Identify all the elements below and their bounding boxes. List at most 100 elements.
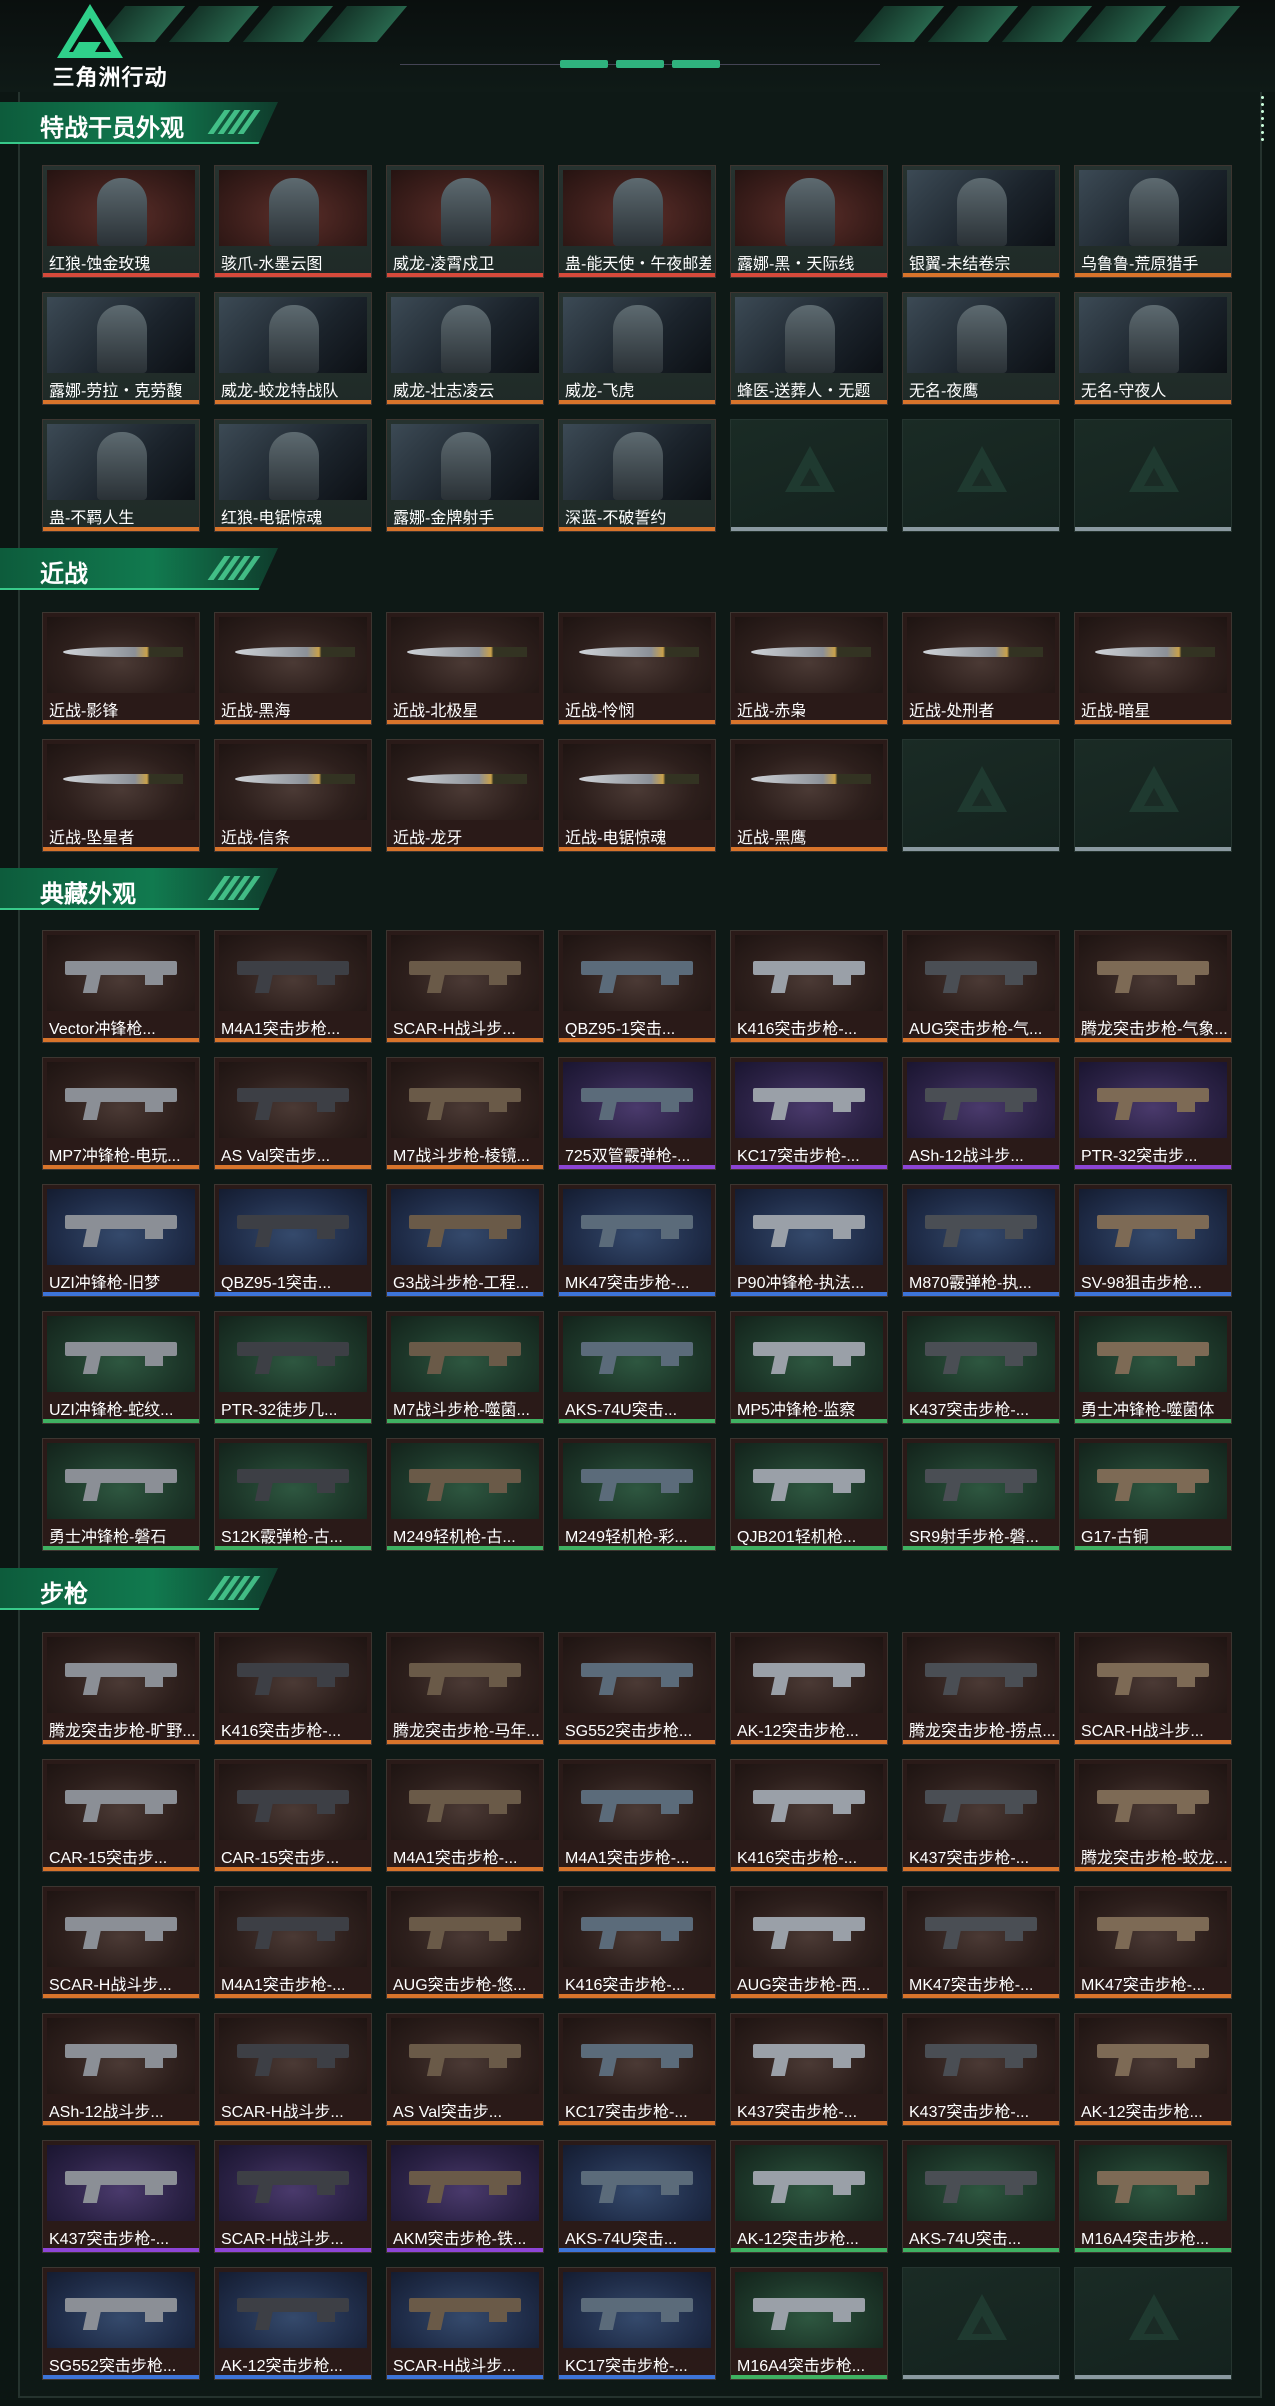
weapon-skin-card[interactable]: SV-98狙击步枪...	[1074, 1184, 1232, 1297]
weapon-skin-card[interactable]: PTR-32徒步几...	[214, 1311, 372, 1424]
weapon-skin-card[interactable]: UZI冲锋枪-旧梦	[42, 1184, 200, 1297]
weapon-skin-card[interactable]: SR9射手步枪-磐...	[902, 1438, 1060, 1551]
operator-skin-card[interactable]: 蛊-不羁人生	[42, 419, 200, 532]
weapon-skin-card[interactable]: Vector冲锋枪...	[42, 930, 200, 1043]
weapon-skin-card[interactable]: MK47突击步枪-...	[558, 1184, 716, 1297]
weapon-skin-card[interactable]: 腾龙突击步枪-捞点...	[902, 1632, 1060, 1745]
weapon-skin-card[interactable]: SCAR-H战斗步...	[42, 1886, 200, 1999]
operator-skin-card[interactable]: 无名-夜鹰	[902, 292, 1060, 405]
weapon-skin-card[interactable]: AUG突击步枪-西...	[730, 1886, 888, 1999]
melee-skin-card[interactable]: 近战-处刑者	[902, 612, 1060, 725]
weapon-skin-card[interactable]: SG552突击步枪...	[42, 2267, 200, 2380]
weapon-skin-card[interactable]: M4A1突击步枪-...	[558, 1759, 716, 1872]
weapon-skin-card[interactable]: PTR-32突击步...	[1074, 1057, 1232, 1170]
weapon-skin-card[interactable]: AUG突击步枪-气...	[902, 930, 1060, 1043]
weapon-skin-card[interactable]: QBZ95-1突击...	[214, 1184, 372, 1297]
weapon-skin-card[interactable]: K437突击步枪-...	[730, 2013, 888, 2126]
weapon-skin-card[interactable]: KC17突击步枪-...	[558, 2013, 716, 2126]
operator-skin-card[interactable]: 蛊-能天使・午夜邮差	[558, 165, 716, 278]
melee-skin-card[interactable]: 近战-黑海	[214, 612, 372, 725]
weapon-skin-card[interactable]: M4A1突击步枪...	[214, 930, 372, 1043]
weapon-skin-card[interactable]: MP5冲锋枪-监察	[730, 1311, 888, 1424]
melee-skin-card[interactable]: 近战-龙牙	[386, 739, 544, 852]
operator-skin-card[interactable]: 威龙-凌霄戍卫	[386, 165, 544, 278]
operator-skin-card[interactable]: 蜂医-送葬人・无题	[730, 292, 888, 405]
melee-skin-card[interactable]: 近战-电锯惊魂	[558, 739, 716, 852]
operator-skin-card[interactable]: 红狼-蚀金玫瑰	[42, 165, 200, 278]
weapon-skin-card[interactable]: SCAR-H战斗步...	[386, 930, 544, 1043]
weapon-skin-card[interactable]: M870霰弹枪-执...	[902, 1184, 1060, 1297]
weapon-skin-card[interactable]: AKS-74U突击...	[558, 1311, 716, 1424]
weapon-skin-card[interactable]: KC17突击步枪-...	[558, 2267, 716, 2380]
weapon-skin-card[interactable]: AKM突击步枪-铁...	[386, 2140, 544, 2253]
weapon-skin-card[interactable]: K416突击步枪-...	[730, 930, 888, 1043]
weapon-skin-card[interactable]: AKS-74U突击...	[558, 2140, 716, 2253]
weapon-skin-card[interactable]: SCAR-H战斗步...	[1074, 1632, 1232, 1745]
weapon-skin-card[interactable]: K437突击步枪-...	[42, 2140, 200, 2253]
weapon-skin-card[interactable]: M7战斗步枪-噬菌...	[386, 1311, 544, 1424]
weapon-skin-card[interactable]: AS Val突击步...	[214, 1057, 372, 1170]
weapon-skin-card[interactable]: K437突击步枪-...	[902, 1759, 1060, 1872]
weapon-skin-card[interactable]: M4A1突击步枪-...	[214, 1886, 372, 1999]
operator-skin-card[interactable]: 露娜-劳拉・克劳馥	[42, 292, 200, 405]
weapon-skin-card[interactable]: M16A4突击步枪...	[730, 2267, 888, 2380]
weapon-skin-card[interactable]: AK-12突击步枪...	[214, 2267, 372, 2380]
weapon-skin-card[interactable]: MK47突击步枪-...	[902, 1886, 1060, 1999]
weapon-skin-card[interactable]: MK47突击步枪-...	[1074, 1886, 1232, 1999]
weapon-skin-card[interactable]: AUG突击步枪-悠...	[386, 1886, 544, 1999]
melee-skin-card[interactable]: 近战-信条	[214, 739, 372, 852]
weapon-skin-card[interactable]: SG552突击步枪...	[558, 1632, 716, 1745]
operator-skin-card[interactable]: 威龙-壮志凌云	[386, 292, 544, 405]
melee-skin-card[interactable]: 近战-北极星	[386, 612, 544, 725]
weapon-skin-card[interactable]: M7战斗步枪-棱镜...	[386, 1057, 544, 1170]
weapon-skin-card[interactable]: M16A4突击步枪...	[1074, 2140, 1232, 2253]
melee-skin-card[interactable]: 近战-影锋	[42, 612, 200, 725]
operator-skin-card[interactable]: 骇爪-水墨云图	[214, 165, 372, 278]
weapon-skin-card[interactable]: ASh-12战斗步...	[42, 2013, 200, 2126]
weapon-skin-card[interactable]: AK-12突击步枪...	[730, 1632, 888, 1745]
weapon-skin-card[interactable]: AK-12突击步枪...	[1074, 2013, 1232, 2126]
operator-skin-card[interactable]: 露娜-金牌射手	[386, 419, 544, 532]
weapon-skin-card[interactable]: MP7冲锋枪-电玩...	[42, 1057, 200, 1170]
weapon-skin-card[interactable]: 725双管霰弹枪-...	[558, 1057, 716, 1170]
weapon-skin-card[interactable]: CAR-15突击步...	[42, 1759, 200, 1872]
weapon-skin-card[interactable]: SCAR-H战斗步...	[214, 2140, 372, 2253]
weapon-skin-card[interactable]: K437突击步枪-...	[902, 2013, 1060, 2126]
weapon-skin-card[interactable]: G3战斗步枪-工程...	[386, 1184, 544, 1297]
weapon-skin-card[interactable]: K416突击步枪-...	[214, 1632, 372, 1745]
operator-skin-card[interactable]: 银翼-未结卷宗	[902, 165, 1060, 278]
operator-skin-card[interactable]: 无名-守夜人	[1074, 292, 1232, 405]
weapon-skin-card[interactable]: K437突击步枪-...	[902, 1311, 1060, 1424]
weapon-skin-card[interactable]: 勇士冲锋枪-噬菌体	[1074, 1311, 1232, 1424]
melee-skin-card[interactable]: 近战-暗星	[1074, 612, 1232, 725]
operator-skin-card[interactable]: 威龙-蛟龙特战队	[214, 292, 372, 405]
melee-skin-card[interactable]: 近战-怜悯	[558, 612, 716, 725]
weapon-skin-card[interactable]: KC17突击步枪-...	[730, 1057, 888, 1170]
weapon-skin-card[interactable]: 腾龙突击步枪-气象...	[1074, 930, 1232, 1043]
scroll-indicator[interactable]	[1258, 92, 1266, 152]
weapon-skin-card[interactable]: S12K霰弹枪-古...	[214, 1438, 372, 1551]
weapon-skin-card[interactable]: 腾龙突击步枪-蛟龙...	[1074, 1759, 1232, 1872]
weapon-skin-card[interactable]: 勇士冲锋枪-磐石	[42, 1438, 200, 1551]
weapon-skin-card[interactable]: AKS-74U突击...	[902, 2140, 1060, 2253]
weapon-skin-card[interactable]: P90冲锋枪-执法...	[730, 1184, 888, 1297]
operator-skin-card[interactable]: 深蓝-不破誓约	[558, 419, 716, 532]
weapon-skin-card[interactable]: M249轻机枪-彩...	[558, 1438, 716, 1551]
weapon-skin-card[interactable]: SCAR-H战斗步...	[386, 2267, 544, 2380]
weapon-skin-card[interactable]: AK-12突击步枪...	[730, 2140, 888, 2253]
weapon-skin-card[interactable]: G17-古铜	[1074, 1438, 1232, 1551]
weapon-skin-card[interactable]: 腾龙突击步枪-旷野...	[42, 1632, 200, 1745]
weapon-skin-card[interactable]: CAR-15突击步...	[214, 1759, 372, 1872]
weapon-skin-card[interactable]: K416突击步枪-...	[730, 1759, 888, 1872]
weapon-skin-card[interactable]: M4A1突击步枪-...	[386, 1759, 544, 1872]
weapon-skin-card[interactable]: SCAR-H战斗步...	[214, 2013, 372, 2126]
weapon-skin-card[interactable]: M249轻机枪-古...	[386, 1438, 544, 1551]
weapon-skin-card[interactable]: K416突击步枪-...	[558, 1886, 716, 1999]
operator-skin-card[interactable]: 露娜-黑・天际线	[730, 165, 888, 278]
operator-skin-card[interactable]: 威龙-飞虎	[558, 292, 716, 405]
weapon-skin-card[interactable]: QJB201轻机枪...	[730, 1438, 888, 1551]
weapon-skin-card[interactable]: ASh-12战斗步...	[902, 1057, 1060, 1170]
weapon-skin-card[interactable]: QBZ95-1突击...	[558, 930, 716, 1043]
weapon-skin-card[interactable]: 腾龙突击步枪-马年...	[386, 1632, 544, 1745]
melee-skin-card[interactable]: 近战-坠星者	[42, 739, 200, 852]
